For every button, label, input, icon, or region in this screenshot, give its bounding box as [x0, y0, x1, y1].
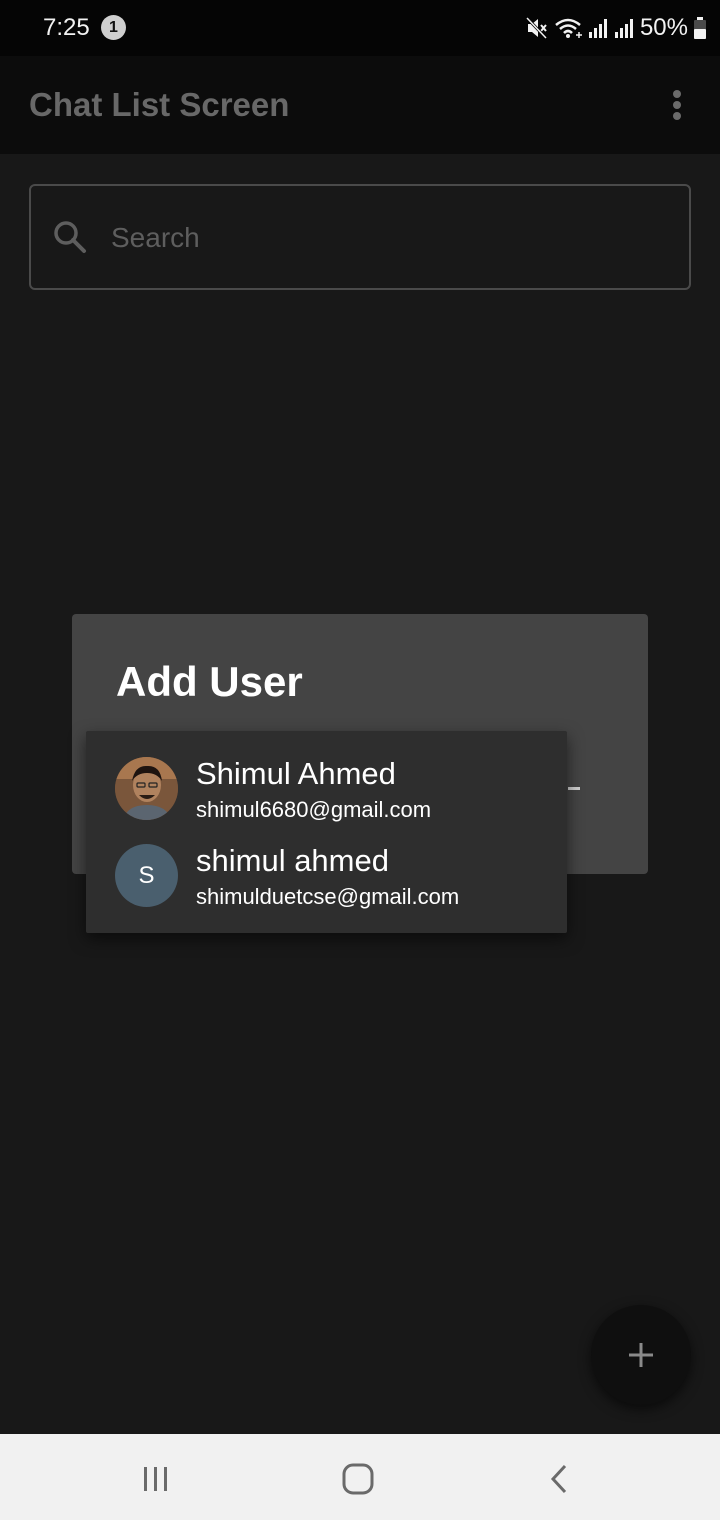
battery-icon — [694, 17, 706, 39]
dialog-input-underline[interactable] — [568, 787, 580, 790]
system-nav-bar — [0, 1434, 720, 1520]
status-icons: 50% — [525, 14, 706, 42]
mute-icon — [525, 16, 548, 40]
home-icon[interactable] — [342, 1463, 374, 1500]
back-icon[interactable] — [546, 1463, 572, 1500]
app-bar: Chat List Screen — [0, 56, 720, 154]
user-suggestion-dropdown: Shimul Ahmed shimul6680@gmail.com S shim… — [86, 731, 567, 933]
more-options-icon[interactable] — [664, 86, 690, 124]
recents-icon[interactable] — [142, 1466, 170, 1497]
search-input[interactable] — [111, 216, 651, 260]
battery-percent: 50% — [639, 14, 688, 41]
list-item[interactable]: S shimul ahmed shimulduetcse@gmail.com — [86, 838, 567, 924]
search-field[interactable] — [29, 184, 691, 290]
avatar — [115, 757, 178, 820]
user-name: Shimul Ahmed — [196, 756, 396, 791]
dialog-title: Add User — [116, 658, 303, 705]
avatar: S — [115, 844, 178, 907]
status-bar: 7:25 1 50% — [0, 0, 720, 56]
signal-icon — [588, 17, 608, 39]
add-chat-button[interactable] — [591, 1305, 691, 1405]
user-name: shimul ahmed — [196, 843, 389, 878]
search-icon — [53, 220, 87, 259]
status-time: 7:25 — [43, 14, 90, 41]
signal-icon-2 — [614, 17, 634, 39]
user-email: shimul6680@gmail.com — [196, 797, 432, 822]
plus-icon — [626, 1340, 656, 1375]
page-title: Chat List Screen — [29, 86, 290, 123]
wifi-icon — [554, 17, 582, 39]
notification-count-badge: 1 — [101, 15, 126, 40]
list-item[interactable]: Shimul Ahmed shimul6680@gmail.com — [86, 751, 567, 837]
user-email: shimulduetcse@gmail.com — [196, 884, 460, 909]
